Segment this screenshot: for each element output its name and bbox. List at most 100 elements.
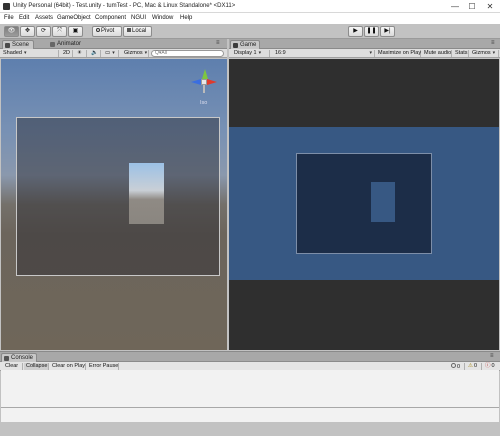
tab-animator-label: Animator xyxy=(57,41,82,47)
menu-file[interactable]: File xyxy=(4,15,14,21)
scene-control-bar: Shaded ▾ 2D ☀ 🔈 ▭ ▾ Gizmos ▾ Q▾All xyxy=(0,49,227,58)
error-count: 0 xyxy=(491,363,495,369)
game-gizmos-dropdown[interactable]: Gizmos ▾ xyxy=(470,50,499,57)
console-divider xyxy=(1,407,499,408)
menu-edit[interactable]: Edit xyxy=(19,15,29,21)
rotate-tool-icon: ⟳ xyxy=(40,28,47,34)
mode-2d-toggle[interactable]: 2D xyxy=(61,50,73,57)
maximize-button[interactable]: ☐ xyxy=(465,2,479,11)
gizmo-x-axis-icon xyxy=(207,79,217,85)
pause-icon: ❚❚ xyxy=(366,28,377,34)
scene-tab-icon xyxy=(5,43,10,48)
console-collapse-toggle[interactable]: Collapse xyxy=(24,363,49,370)
scene-search-placeholder: Q▾All xyxy=(155,50,167,56)
hand-tool-button[interactable]: 👁 xyxy=(4,26,19,37)
mute-audio-toggle[interactable]: Mute audio xyxy=(422,50,452,57)
mode-2d-label: 2D xyxy=(63,50,71,56)
warning-icon: ⚠ xyxy=(468,363,473,369)
menu-window[interactable]: Window xyxy=(152,15,173,21)
menu-bar: File Edit Assets GameObject Component NG… xyxy=(0,13,500,24)
gizmos-dropdown[interactable]: Gizmos ▾ xyxy=(122,50,149,57)
pause-button[interactable]: ❚❚ xyxy=(364,26,379,37)
display-label: Display 1 xyxy=(234,50,257,56)
game-tab-icon xyxy=(233,43,238,48)
tab-console[interactable]: Console xyxy=(1,353,37,362)
game-viewport[interactable] xyxy=(229,59,499,350)
projection-label[interactable]: Iso xyxy=(200,100,207,106)
lighting-toggle[interactable]: ☀ xyxy=(75,50,87,57)
aspect-dropdown[interactable]: 16:9 ▾ xyxy=(273,50,375,57)
console-error-pause-toggle[interactable]: Error Pause xyxy=(87,363,119,370)
error-icon: ⓘ xyxy=(485,363,491,369)
aspect-label: 16:9 xyxy=(275,50,286,56)
chevron-down-icon: ▾ xyxy=(144,50,148,56)
display-dropdown[interactable]: Display 1 ▾ xyxy=(232,50,270,57)
main-toolbar: 👁 ✥ ⟳ ⤧ ▣ Pivot Local ▶ ❚❚ ▶| xyxy=(0,24,500,39)
menu-help[interactable]: Help xyxy=(180,15,192,21)
console-error-filter[interactable]: ⓘ0 xyxy=(483,363,498,370)
menu-component[interactable]: Component xyxy=(95,15,126,21)
scale-tool-button[interactable]: ⤧ xyxy=(52,26,67,37)
chevron-down-icon: ▾ xyxy=(112,50,115,56)
effects-dropdown[interactable]: ▭ ▾ xyxy=(103,50,119,57)
shading-mode-label: Shaded xyxy=(3,50,22,56)
close-button[interactable]: ✕ xyxy=(483,2,497,11)
console-tab-icon xyxy=(4,356,9,361)
light-icon: ☀ xyxy=(77,50,82,56)
tab-game-label: Game xyxy=(240,42,257,48)
animator-tab-icon xyxy=(50,42,55,47)
gizmo-z-axis-icon xyxy=(191,79,201,85)
audio-toggle[interactable]: 🔈 xyxy=(89,50,101,57)
panel-menu-icon[interactable]: ≡ xyxy=(216,40,220,46)
tab-game[interactable]: Game xyxy=(230,40,260,49)
tab-scene[interactable]: Scene xyxy=(2,40,34,49)
gizmo-bottom-axis-icon xyxy=(203,85,205,93)
panel-menu-icon[interactable]: ≡ xyxy=(491,40,495,46)
warning-count: 0 xyxy=(473,363,477,369)
shading-mode-dropdown[interactable]: Shaded ▾ xyxy=(1,50,59,57)
chevron-down-icon: ▾ xyxy=(492,50,496,56)
console-clear-button[interactable]: Clear xyxy=(3,363,23,370)
move-tool-icon: ✥ xyxy=(24,28,31,34)
image-icon: ▭ xyxy=(105,50,111,56)
game-gizmos-label: Gizmos xyxy=(472,50,491,56)
pivot-label: Pivot xyxy=(101,28,115,34)
console-log-area[interactable] xyxy=(1,370,499,422)
menu-assets[interactable]: Assets xyxy=(35,15,53,21)
console-info-filter[interactable]: 0 xyxy=(449,363,465,370)
chevron-down-icon: ▾ xyxy=(23,50,27,56)
unity-logo-icon xyxy=(3,3,10,10)
menu-ngui[interactable]: NGUI xyxy=(131,15,146,21)
info-icon xyxy=(451,363,456,368)
window-title: Unity Personal (64bit) - Test.unity - tu… xyxy=(13,3,236,9)
minimize-button[interactable]: — xyxy=(448,2,462,11)
console-clear-on-play-toggle[interactable]: Clear on Play xyxy=(50,363,86,370)
stats-toggle[interactable]: Stats xyxy=(453,50,469,57)
gizmos-label: Gizmos xyxy=(124,50,143,56)
speaker-icon: 🔈 xyxy=(91,50,98,56)
local-label: Local xyxy=(132,28,147,34)
step-button[interactable]: ▶| xyxy=(380,26,395,37)
orientation-gizmo[interactable] xyxy=(191,69,217,95)
step-icon: ▶| xyxy=(384,28,391,34)
scene-search-input[interactable]: Q▾All xyxy=(151,50,224,57)
move-tool-button[interactable]: ✥ xyxy=(20,26,35,37)
scene-viewport[interactable]: Iso xyxy=(1,59,227,350)
rotate-tool-button[interactable]: ⟳ xyxy=(36,26,51,37)
panel-menu-icon[interactable]: ≡ xyxy=(490,353,494,359)
title-bar: Unity Personal (64bit) - Test.unity - tu… xyxy=(0,0,500,13)
rect-tool-button[interactable]: ▣ xyxy=(68,26,83,37)
scale-tool-icon: ⤧ xyxy=(57,28,62,34)
menu-gameobject[interactable]: GameObject xyxy=(57,15,91,21)
console-warning-filter[interactable]: ⚠0 xyxy=(466,363,482,370)
tab-animator[interactable]: Animator xyxy=(48,40,88,49)
pivot-toggle[interactable]: Pivot xyxy=(92,26,122,37)
maximize-on-play-toggle[interactable]: Maximize on Play xyxy=(376,50,421,57)
gizmo-y-axis-icon xyxy=(202,69,208,79)
console-tabstrip: Console ≡ xyxy=(0,352,500,362)
scene-tabstrip: Scene Animator ≡ xyxy=(0,39,227,49)
tab-scene-label: Scene xyxy=(12,42,30,48)
play-button[interactable]: ▶ xyxy=(348,26,363,37)
local-toggle[interactable]: Local xyxy=(123,26,152,37)
scene-object[interactable] xyxy=(129,163,164,224)
